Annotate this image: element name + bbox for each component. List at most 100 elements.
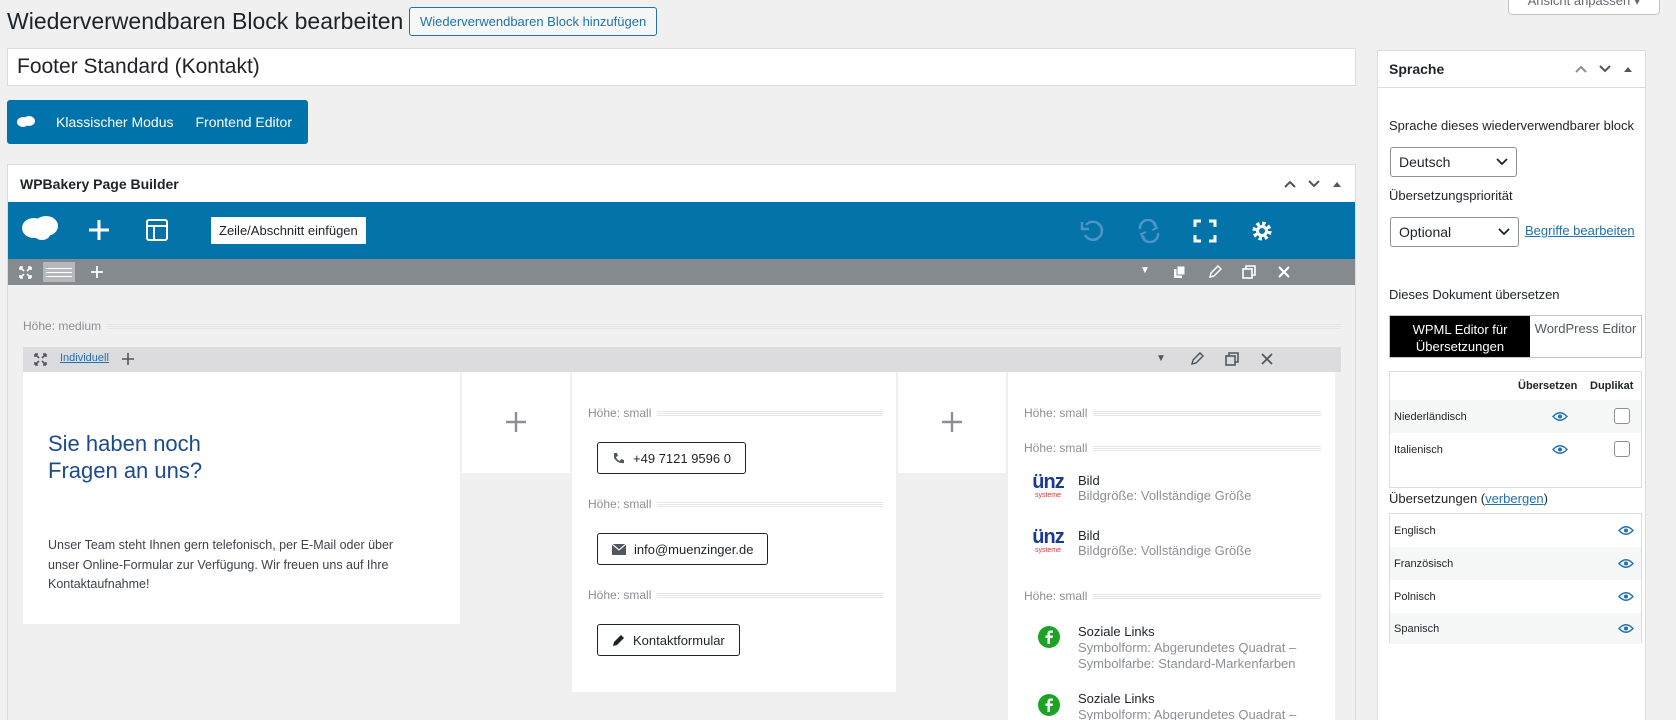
table-header: Übersetzen Duplikat [1390,372,1641,400]
move-up-icon[interactable] [1283,179,1297,189]
inner-edit-pencil-icon[interactable] [1190,352,1204,366]
edit-pencil-icon[interactable] [1208,265,1222,279]
page-title: Wiederverwendbaren Block bearbeiten [7,8,404,34]
builder-canvas: Höhe: medium Individuell ▼ Sie haben noc… [8,285,1355,720]
post-title-input[interactable]: Footer Standard (Kontakt) [7,48,1356,86]
facebook-icon [1038,694,1060,716]
copy-icon[interactable] [1173,265,1186,279]
add-inner-column-icon[interactable] [121,352,135,366]
priority-select[interactable]: Optional [1390,217,1519,247]
inner-delete-icon[interactable] [1260,352,1274,366]
classic-mode-button[interactable]: Klassischer Modus [45,100,185,144]
contact-form-button[interactable]: Kontaktformular [597,624,740,656]
move-up-icon[interactable] [1574,64,1588,74]
insert-row-button[interactable]: Zeile/Abschnitt einfügen [211,217,366,244]
editor-toggle: WPML Editor für Übersetzungen WordPress … [1389,315,1642,358]
height-label-text: Höhe: small [1024,406,1088,420]
duplicate-checkbox[interactable] [1614,408,1630,424]
sidebar-title: Sprache [1389,61,1445,77]
duplicate-checkbox[interactable] [1614,441,1630,457]
inner-clone-icon[interactable] [1225,352,1239,366]
height-label-text: Höhe: small [1024,441,1088,455]
translation-language: Französisch [1394,557,1454,570]
move-down-icon[interactable] [1598,64,1612,74]
translation-language: Spanisch [1394,622,1440,635]
image-element[interactable]: Bild Bildgröße: Vollständige Größe [1078,473,1251,503]
social-links-element[interactable]: Soziale Links Symbolform: Abgerundetes Q… [1078,624,1296,672]
undo-icon[interactable] [1080,219,1106,243]
row-dropdown-icon[interactable]: ▼ [1140,265,1150,276]
templates-icon[interactable] [145,218,169,242]
eye-icon[interactable] [1552,444,1568,455]
envelope-icon [612,543,626,555]
height-small-label: Höhe: small [588,497,883,511]
inner-dropdown-icon[interactable]: ▼ [1156,353,1166,364]
social-links-desc-2: Symbolfarbe: Standard-Markenfarben [1078,656,1296,671]
column-images-social[interactable]: Höhe: small Höhe: small ünz systeme Bild… [1008,372,1335,720]
add-element-column[interactable] [462,372,570,473]
add-element-column[interactable] [898,372,1006,473]
image-element-title: Bild [1078,473,1100,488]
collapse-icon[interactable] [1622,64,1634,74]
translate-document-label: Dieses Dokument übersetzen [1389,287,1560,302]
wordpress-editor-tab[interactable]: WordPress Editor [1530,316,1641,357]
priority-select-value: Optional [1399,224,1452,240]
eye-icon[interactable] [1618,525,1634,536]
table-row: Polnisch [1390,580,1641,613]
wpml-editor-tab[interactable]: WPML Editor für Übersetzungen [1390,316,1530,357]
add-column-icon[interactable] [90,265,104,279]
image-element[interactable]: Bild Bildgröße: Vollständige Größe [1078,528,1251,558]
frontend-editor-button[interactable]: Frontend Editor [185,100,304,144]
email-button-label: info@muenzinger.de [634,541,754,557]
social-links-element[interactable]: Soziale Links Symbolform: Abgerundetes Q… [1078,691,1296,720]
row-layout-icon[interactable] [43,262,75,282]
facebook-icon [1038,626,1060,648]
add-element-icon[interactable] [505,411,527,433]
height-label-text: Höhe: small [1024,589,1088,603]
image-element-title: Bild [1078,528,1100,543]
fullscreen-icon[interactable] [1193,219,1217,243]
eye-icon[interactable] [1618,623,1634,634]
add-element-icon[interactable] [941,411,963,433]
eye-icon[interactable] [1552,411,1568,422]
column-contact-text[interactable]: Sie haben noch Fragen an uns? Unser Team… [23,372,460,624]
height-small-label: Höhe: small [1024,589,1321,603]
company-logo-image: ünz systeme [1032,472,1064,503]
language-select[interactable]: Deutsch [1390,147,1517,177]
image-element-size: Bildgröße: Vollständige Größe [1078,488,1252,503]
heading-line-1: Sie haben noch [48,431,201,456]
phone-button[interactable]: +49 7121 9596 0 [597,442,746,474]
social-links-title: Soziale Links [1078,691,1155,706]
contact-form-label: Kontaktformular [633,632,725,648]
delete-close-icon[interactable] [1277,265,1291,279]
move-down-icon[interactable] [1307,179,1321,189]
height-small-label: Höhe: small [588,406,883,420]
height-label-text: Höhe: small [588,406,652,420]
table-row: Französisch [1390,547,1641,580]
editor-mode-bar: Klassischer Modus Frontend Editor [7,100,308,144]
priority-label: Übersetzungspriorität [1389,188,1513,203]
custom-layout-link[interactable]: Individuell [60,352,109,364]
redo-icon[interactable] [1136,219,1162,243]
column-buttons[interactable]: Höhe: small +49 7121 9596 0 Höhe: small … [572,372,896,692]
clone-icon[interactable] [1242,265,1256,279]
height-label-text: Höhe: small [588,588,652,602]
collapse-icon[interactable] [1331,179,1343,189]
edit-terms-link[interactable]: Begriffe bearbeiten [1525,223,1635,238]
add-reusable-block-button[interactable]: Wiederverwendbaren Block hinzufügen [409,7,658,36]
height-medium-label: Höhe: medium [23,319,1341,333]
eye-icon[interactable] [1618,591,1634,602]
wpbakery-logo-icon[interactable] [22,214,58,242]
settings-gear-icon[interactable] [1250,219,1274,243]
screen-options-button[interactable]: Ansicht anpassen ▾ [1508,0,1660,15]
move-row-icon[interactable] [19,266,32,279]
eye-icon[interactable] [1618,558,1634,569]
contact-heading: Sie haben noch Fragen an uns? [48,430,202,484]
email-button[interactable]: info@muenzinger.de [597,533,769,565]
height-label-text: Höhe: medium [23,319,102,333]
add-element-icon[interactable] [87,218,111,242]
hide-translations-link[interactable]: verbergen [1485,491,1544,506]
move-inner-row-icon[interactable] [34,353,47,366]
image-element-size: Bildgröße: Vollständige Größe [1078,543,1252,558]
heading-line-2: Fragen an uns? [48,458,203,483]
